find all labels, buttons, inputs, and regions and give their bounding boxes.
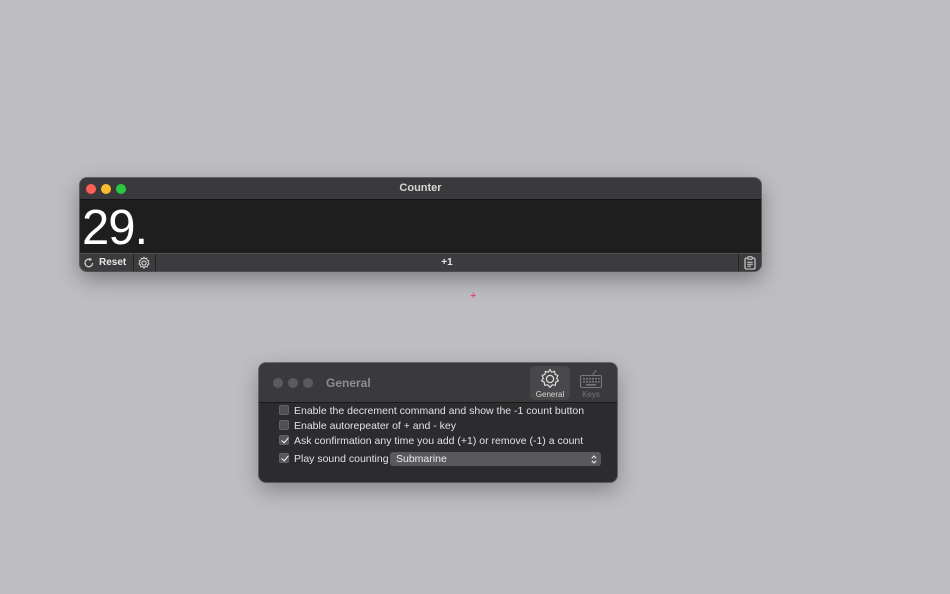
close-button[interactable] <box>273 378 283 388</box>
increment-button[interactable]: +1 <box>156 254 738 271</box>
tab-keys-label: Keys <box>582 390 600 399</box>
reset-label: Reset <box>99 257 127 268</box>
option-label: Enable the decrement command and show th… <box>294 405 585 417</box>
option-label: Ask confirmation any time you add (+1) o… <box>294 435 584 447</box>
sound-select[interactable]: Submarine <box>390 452 601 466</box>
crosshair-cursor-icon: + <box>470 290 477 302</box>
option-label: Enable autorepeater of + and - key <box>294 420 456 432</box>
window-title: Counter <box>399 182 442 194</box>
tab-general-label: General <box>535 390 565 399</box>
sound-select-value: Submarine <box>396 453 447 465</box>
counter-display: 29. <box>80 200 761 255</box>
option-label: Play sound counting <box>294 453 389 465</box>
checkbox-play-sound[interactable] <box>279 453 289 463</box>
counter-toolbar: Reset +1 <box>80 253 761 271</box>
checkbox-enable-decrement[interactable] <box>279 405 289 415</box>
copy-button[interactable] <box>738 254 761 271</box>
zoom-button[interactable] <box>303 378 313 388</box>
preferences-window: General General Keys Enable the decremen… <box>259 363 617 482</box>
keyboard-icon <box>579 369 603 389</box>
reset-icon <box>84 257 94 268</box>
reset-button[interactable]: Reset <box>80 254 134 271</box>
desktop: Counter 29. Reset +1 + General General K… <box>0 0 950 594</box>
tab-keys[interactable]: Keys <box>571 366 611 400</box>
counter-titlebar[interactable]: Counter <box>80 178 761 200</box>
counter-window: Counter 29. Reset +1 <box>80 178 761 271</box>
counter-value: 29. <box>82 201 148 255</box>
settings-button[interactable] <box>134 254 156 271</box>
minimize-button[interactable] <box>288 378 298 388</box>
checkbox-enable-autorepeater[interactable] <box>279 420 289 430</box>
tab-general[interactable]: General <box>530 366 570 400</box>
checkbox-ask-confirmation[interactable] <box>279 435 289 445</box>
preferences-title: General <box>326 376 371 390</box>
preferences-titlebar[interactable]: General General Keys <box>259 363 617 403</box>
updown-chevron-icon <box>591 455 597 464</box>
gear-icon <box>138 256 150 269</box>
clipboard-icon <box>744 256 756 270</box>
gear-icon <box>541 368 559 388</box>
